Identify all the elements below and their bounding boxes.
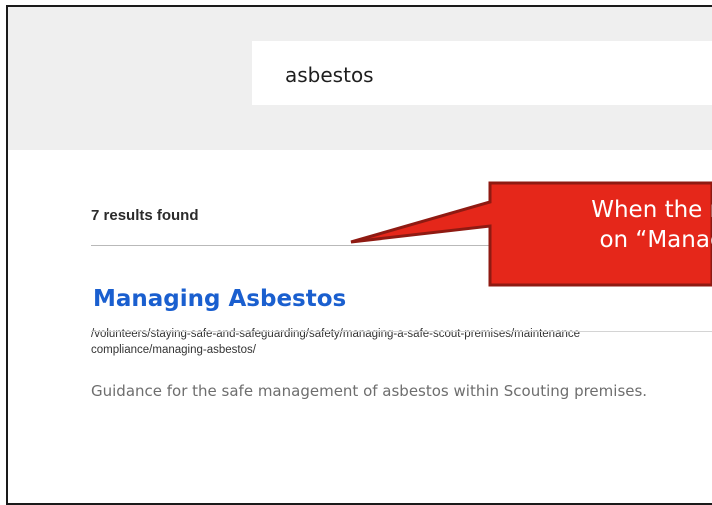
screenshot-frame: asbestos 7 results found Managing Asbest… xyxy=(6,5,712,505)
results-count: 7 results found xyxy=(91,207,199,224)
result-divider xyxy=(91,331,712,332)
callout-line: on “Manag xyxy=(599,227,712,253)
search-header: asbestos xyxy=(8,7,712,150)
search-input[interactable]: asbestos xyxy=(252,41,712,105)
result-description: Guidance for the safe management of asbe… xyxy=(91,382,648,400)
result-url-line: /volunteers/staying-safe-and-safeguardin… xyxy=(91,328,581,340)
search-query-text: asbestos xyxy=(285,63,374,87)
result-title-link[interactable]: Managing Asbestos xyxy=(93,286,346,312)
callout-text: When the re on “Manag xyxy=(512,195,712,255)
result-url-line: compliance/managing-asbestos/ xyxy=(91,344,256,356)
callout-line: When the re xyxy=(591,197,712,223)
